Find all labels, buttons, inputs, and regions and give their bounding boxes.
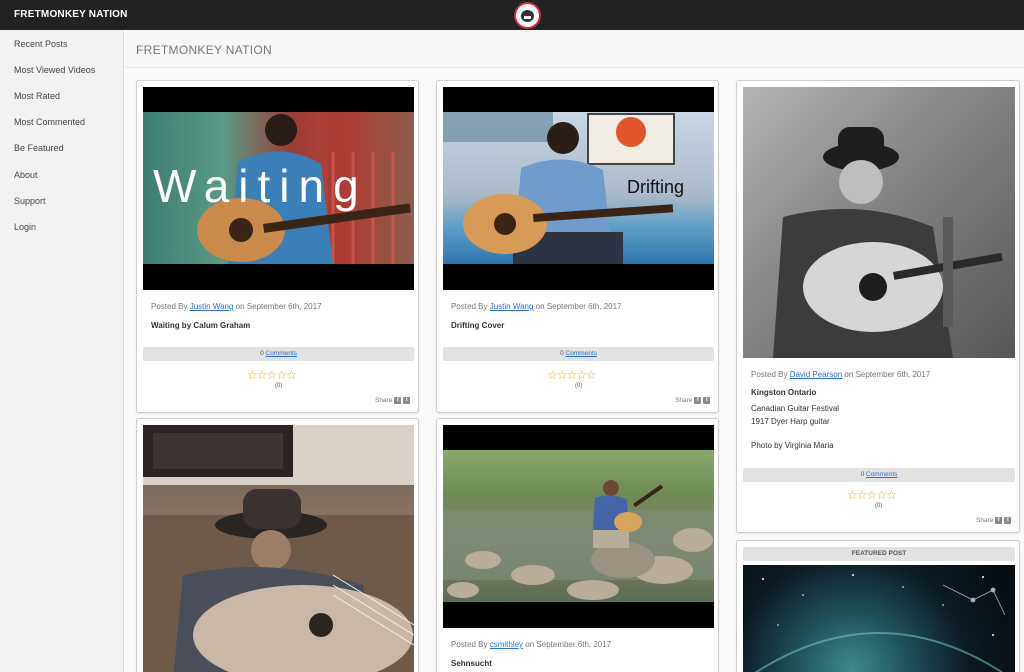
comments-link[interactable]: Comments: [266, 350, 297, 357]
harp-guitar-player-photo: [743, 87, 1015, 358]
author-link[interactable]: csmithley: [490, 640, 523, 649]
post-date: September 6th, 2017: [546, 302, 622, 311]
post-date: September 6th, 2017: [246, 302, 322, 311]
post-title[interactable]: Kingston Ontario: [751, 388, 816, 397]
facebook-icon[interactable]: f: [394, 397, 402, 404]
post-title[interactable]: Sehnsucht: [451, 659, 492, 668]
sidebar: Recent Posts Most Viewed Videos Most Rat…: [0, 30, 124, 672]
comments-bar: 0 Comments: [143, 347, 414, 361]
post-title[interactable]: Drifting Cover: [451, 321, 504, 330]
sidebar-item-login[interactable]: Login: [14, 222, 36, 232]
video-player[interactable]: Waiting: [143, 87, 414, 290]
sidebar-item-most-rated[interactable]: Most Rated: [14, 91, 60, 101]
post-photo[interactable]: [743, 87, 1015, 358]
post-date: September 6th, 2017: [855, 370, 931, 379]
video-overlay-title: Waiting: [153, 160, 368, 212]
brand-title[interactable]: FRETMONKEY NATION: [14, 9, 128, 20]
author-link[interactable]: Justin Wang: [490, 302, 534, 311]
post-title[interactable]: Waiting by Calum Graham: [151, 321, 250, 330]
post-meta: Posted By csmithley on September 6th, 20…: [451, 640, 612, 649]
sidebar-item-recent-posts[interactable]: Recent Posts: [14, 39, 68, 49]
comments-bar: 0 Comments: [743, 468, 1015, 482]
comments-link[interactable]: Comments: [566, 350, 597, 357]
rating-count: (0): [875, 503, 883, 509]
rating-count: (0): [275, 383, 283, 389]
post-meta: Posted By Justin Wang on September 6th, …: [451, 302, 622, 311]
page-header: FRETMONKEY NATION: [125, 30, 1024, 68]
fretmonkey-logo-icon[interactable]: [514, 2, 541, 29]
share-bar: Share f t: [375, 397, 411, 404]
video-thumbnail: [443, 450, 714, 602]
post-card-waiting: Waiting Posted By Justin Wang on Septemb…: [136, 80, 419, 413]
sidebar-item-most-viewed-videos[interactable]: Most Viewed Videos: [14, 65, 95, 75]
facebook-icon[interactable]: f: [694, 397, 702, 404]
post-description: Canadian Guitar Festival 1917 Dyer Harp …: [751, 404, 840, 450]
video-player[interactable]: [443, 425, 714, 628]
sidebar-item-be-featured[interactable]: Be Featured: [14, 143, 64, 153]
post-card-kingston: Posted By David Pearson on September 6th…: [736, 80, 1020, 533]
sidebar-item-about[interactable]: About: [14, 170, 38, 180]
twitter-icon[interactable]: t: [703, 397, 711, 404]
comments-link[interactable]: Comments: [866, 471, 897, 478]
post-card-harp-guitar: [136, 418, 419, 672]
space-artwork: [754, 574, 1006, 672]
sidebar-item-support[interactable]: Support: [14, 196, 46, 206]
top-navbar: FRETMONKEY NATION: [0, 0, 1024, 30]
twitter-icon[interactable]: t: [403, 397, 411, 404]
featured-post-label: FEATURED POST: [743, 547, 1015, 561]
rating-count: (0): [575, 383, 583, 389]
featured-post-image[interactable]: [743, 565, 1015, 672]
facebook-icon[interactable]: f: [995, 517, 1003, 524]
harp-guitar-player-photo: [143, 425, 414, 672]
page-title: FRETMONKEY NATION: [136, 43, 272, 57]
post-meta: Posted By Justin Wang on September 6th, …: [151, 302, 322, 311]
sidebar-item-most-commented[interactable]: Most Commented: [14, 117, 85, 127]
star-rating[interactable]: ☆☆☆☆☆: [547, 369, 597, 381]
post-photo[interactable]: [143, 425, 414, 672]
post-meta: Posted By David Pearson on September 6th…: [751, 370, 931, 379]
share-bar: Share f t: [675, 397, 711, 404]
comments-bar: 0 Comments: [443, 347, 714, 361]
video-player[interactable]: Drifting: [443, 87, 714, 290]
share-bar: Share f t: [976, 517, 1012, 524]
video-overlay-title: Drifting: [627, 177, 685, 197]
post-card-drifting: Drifting Posted By Justin Wang on Septem…: [436, 80, 719, 413]
star-rating[interactable]: ☆☆☆☆☆: [847, 489, 897, 501]
main-content: FRETMONKEY NATION Waiting Posted By Just…: [125, 30, 1024, 672]
post-date: September 6th, 2017: [536, 640, 612, 649]
author-link[interactable]: Justin Wang: [190, 302, 234, 311]
author-link[interactable]: David Pearson: [790, 370, 842, 379]
twitter-icon[interactable]: t: [1004, 517, 1012, 524]
star-rating[interactable]: ☆☆☆☆☆: [247, 369, 297, 381]
post-card-sehnsucht: Posted By csmithley on September 6th, 20…: [436, 418, 719, 672]
river-guitarist-scene: [443, 480, 714, 600]
featured-post-card: FEATURED POST: [736, 540, 1020, 672]
